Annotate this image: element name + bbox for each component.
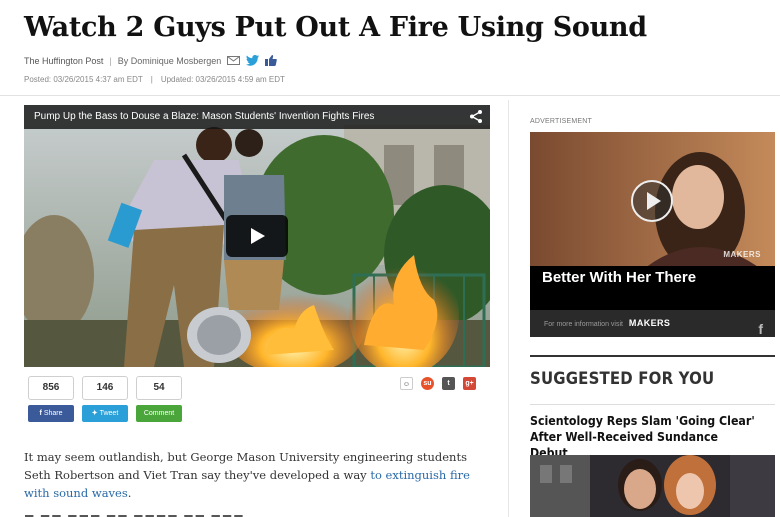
stumbleupon-icon[interactable]: su [421,377,434,390]
comment-label: Comment [143,410,175,417]
email-icon[interactable] [227,56,241,65]
date-separator: | [150,75,153,84]
suggested-item-image[interactable] [530,455,775,517]
ad-footer: For more information visit MAKERS f [530,310,775,337]
ad-footer-text: For more information visit [544,321,623,328]
share-buttons: f Share ✦ Tweet Comment [28,405,182,422]
article-body: It may seem outlandish, but George Mason… [24,448,479,502]
author-name[interactable]: By Dominique Mosbergen [118,56,222,66]
share-icon[interactable] [470,110,482,128]
suggested-heading: SUGGESTED FOR YOU [530,369,715,389]
header-divider [0,95,780,96]
updated-date: Updated: 03/26/2015 4:59 am EDT [160,75,285,84]
ad-play-icon[interactable] [631,180,673,222]
suggested-photo [530,455,775,517]
column-divider [508,100,509,517]
more-share-icons: ☺ su t g+ [400,377,476,390]
twitter-bird-icon: ✦ [91,410,98,417]
sidebar-rule [530,355,775,357]
byline-separator: | [109,55,112,66]
tweet-label: Tweet [99,410,119,417]
facebook-count: 856 [28,376,74,400]
article-headline: Watch 2 Guys Put Out A Fire Using Sound [24,12,647,43]
google-plus-icon[interactable]: g+ [463,377,476,390]
like-icon[interactable] [265,55,278,66]
video-player[interactable]: Pump Up the Bass to Douse a Blaze: Mason… [24,105,490,367]
facebook-icon[interactable]: f [758,316,763,337]
ad-caption[interactable]: Better With Her There [530,266,775,310]
video-title-bar[interactable]: Pump Up the Bass to Douse a Blaze: Mason… [24,105,490,129]
share-counts: 856 146 54 [28,376,182,400]
posted-date: Posted: 03/26/2015 4:37 am EDT [24,75,143,84]
comment-count: 54 [136,376,182,400]
twitter-icon[interactable] [246,55,260,66]
comment-button[interactable]: Comment [136,405,182,422]
ad-label: ADVERTISEMENT [530,118,592,125]
video-title[interactable]: Pump Up the Bass to Douse a Blaze: Mason… [34,111,374,122]
byline: The Huffington Post | By Dominique Mosbe… [24,55,278,66]
tweet-button[interactable]: ✦ Tweet [82,405,128,422]
twitter-count: 146 [82,376,128,400]
tumblr-icon[interactable]: t [442,377,455,390]
source-name[interactable]: The Huffington Post [24,56,103,66]
suggested-item-title[interactable]: Scientology Reps Slam 'Going Clear' Afte… [530,413,755,461]
ad-watermark: MAKERS [723,250,761,259]
sidebar-advertisement[interactable]: MAKERS Better With Her There For more in… [530,132,775,337]
body-text-2: . [127,486,132,500]
facebook-icon: f [39,410,42,417]
ad-brand-link[interactable]: MAKERS [629,318,670,328]
post-dates: Posted: 03/26/2015 4:37 am EDT | Updated… [24,75,285,84]
play-icon[interactable] [226,215,288,257]
reddit-icon[interactable]: ☺ [400,377,413,390]
facebook-share-button[interactable]: f Share [28,405,74,422]
facebook-share-label: Share [43,410,63,417]
sidebar-rule-thin [530,404,775,405]
next-paragraph-cut: ▬ ▬▬ ▬▬▬ ▬▬ ▬▬▬▬ ▬▬ ▬▬▬ [24,510,245,517]
